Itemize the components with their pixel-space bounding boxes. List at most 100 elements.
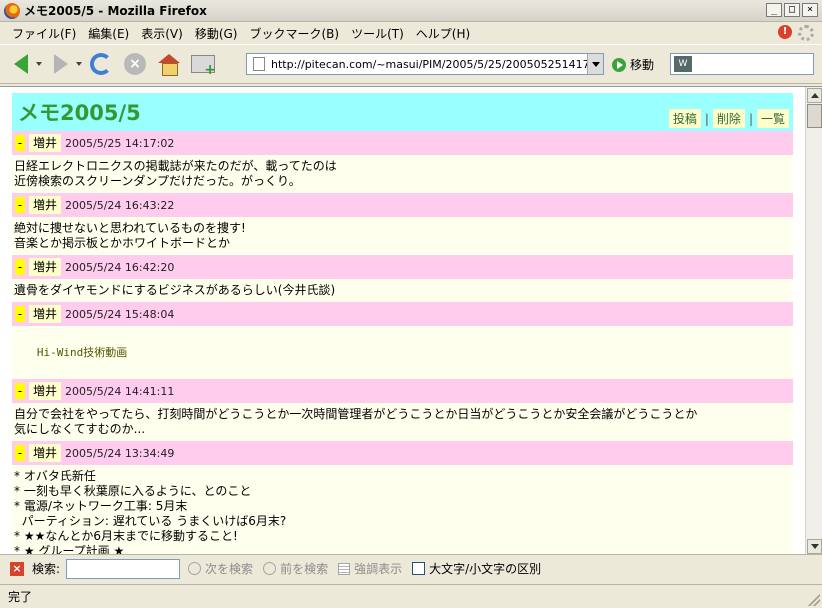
entry-header: - 増井 2005/5/24 16:42:20	[12, 255, 793, 279]
entry-author: 増井	[29, 444, 62, 462]
post-link[interactable]: 投稿	[668, 109, 701, 128]
entry-date-link[interactable]: 2005/5/25 14:17:02	[65, 137, 174, 150]
entry-body: 絶対に捜せないと思われているものを捜す! 音楽とか掲示板とかホワイトボードとか	[12, 217, 793, 255]
find-prev-icon	[263, 562, 277, 575]
navigation-toolbar: × 移動 W	[0, 44, 822, 84]
highlight-button[interactable]: 強調表示	[338, 560, 402, 577]
close-find-bar-icon[interactable]: ×	[10, 561, 24, 576]
window-controls: _ □ ×	[766, 3, 818, 17]
alert-icon[interactable]: !	[778, 25, 792, 39]
menu-bar: ファイル(F) 編集(E) 表示(V) 移動(G) ブックマーク(B) ツール(…	[0, 22, 822, 44]
find-next-label: 次を検索	[205, 562, 254, 576]
entry-body: Hi-Wind技術動画	[12, 326, 793, 379]
resize-grip-icon[interactable]	[808, 594, 820, 606]
back-button[interactable]	[6, 49, 36, 79]
go-icon	[612, 57, 626, 72]
search-box[interactable]: W	[670, 53, 814, 75]
title-bar: メモ2005/5 - Mozilla Firefox _ □ ×	[0, 0, 822, 22]
url-history-dropdown[interactable]	[587, 54, 603, 74]
find-prev-label: 前を検索	[280, 562, 329, 576]
chevron-down-icon	[591, 61, 600, 67]
page-title: メモ2005/5	[18, 101, 141, 125]
separator: |	[748, 111, 753, 126]
entry-author: 増井	[29, 196, 62, 214]
stop-button[interactable]: ×	[120, 49, 150, 79]
find-label: 検索:	[32, 562, 61, 576]
entry-author: 増井	[29, 382, 62, 400]
match-case-label: 大文字/小文字の区別	[429, 562, 542, 576]
entry-body: 遺骨をダイヤモンドにするビジネスがあるらしい(今井氏談)	[12, 279, 793, 302]
entry-author: 増井	[29, 305, 62, 323]
back-history-dropdown-icon[interactable]	[36, 62, 42, 66]
list-link[interactable]: 一覧	[756, 109, 789, 128]
find-prev-button[interactable]: 前を検索	[263, 560, 328, 577]
go-button[interactable]: 移動	[612, 56, 654, 73]
find-input[interactable]	[66, 558, 181, 579]
page-header: メモ2005/5 投稿 | 削除 | 一覧	[12, 93, 793, 131]
scroll-up-button[interactable]	[807, 88, 822, 103]
entry-toggle[interactable]: -	[15, 306, 25, 322]
firefox-icon	[4, 2, 20, 19]
menu-bookmarks[interactable]: ブックマーク(B)	[243, 25, 345, 42]
match-case-checkbox[interactable]	[412, 562, 426, 575]
page-viewport: メモ2005/5 投稿 | 削除 | 一覧 - 増井 2005/5/25 14:…	[0, 86, 822, 554]
home-icon	[158, 54, 180, 76]
url-input[interactable]	[271, 55, 589, 73]
back-arrow-icon	[14, 54, 28, 74]
entry-date-link[interactable]: 2005/5/24 15:48:04	[65, 308, 174, 321]
page-icon	[253, 57, 265, 71]
entry-toggle[interactable]: -	[15, 197, 25, 213]
menu-file[interactable]: ファイル(F)	[6, 25, 82, 42]
entry-header: - 増井 2005/5/24 15:48:04	[12, 302, 793, 326]
entry-toggle[interactable]: -	[15, 259, 25, 275]
separator: |	[704, 111, 709, 126]
reload-icon	[90, 53, 112, 75]
entry-author: 増井	[29, 258, 62, 276]
status-bar: 完了	[0, 584, 822, 608]
maximize-button[interactable]: □	[784, 3, 800, 17]
entry-date-link[interactable]: 2005/5/24 16:42:20	[65, 261, 174, 274]
scroll-down-button[interactable]	[807, 539, 822, 554]
stop-icon: ×	[124, 53, 146, 75]
status-text: 完了	[8, 590, 33, 604]
page-content: メモ2005/5 投稿 | 削除 | 一覧 - 増井 2005/5/25 14:…	[12, 93, 793, 554]
menu-view[interactable]: 表示(V)	[135, 25, 189, 42]
delete-link[interactable]: 削除	[712, 109, 745, 128]
reload-button[interactable]	[86, 49, 116, 79]
forward-history-dropdown-icon[interactable]	[76, 62, 82, 66]
find-next-icon	[188, 562, 202, 575]
forward-button[interactable]	[46, 49, 76, 79]
close-button[interactable]: ×	[802, 3, 818, 17]
menu-help[interactable]: ヘルプ(H)	[410, 25, 476, 42]
home-button[interactable]	[154, 49, 184, 79]
find-next-button[interactable]: 次を検索	[188, 560, 253, 577]
bookmark-add-icon	[191, 55, 216, 78]
vertical-scrollbar[interactable]	[805, 87, 822, 554]
menu-edit[interactable]: 編集(E)	[82, 25, 135, 42]
entry-header: - 増井 2005/5/25 14:17:02	[12, 131, 793, 155]
entry-link[interactable]: Hi-Wind技術動画	[37, 346, 127, 359]
search-engine-icon[interactable]: W	[674, 56, 692, 72]
entry-date-link[interactable]: 2005/5/24 16:43:22	[65, 199, 174, 212]
url-bar[interactable]	[246, 53, 604, 75]
throbber-icon	[798, 25, 814, 41]
highlight-icon	[338, 562, 351, 575]
menu-tools[interactable]: ツール(T)	[345, 25, 410, 42]
minimize-button[interactable]: _	[766, 3, 782, 17]
entry-toggle[interactable]: -	[15, 445, 25, 461]
scroll-thumb[interactable]	[807, 104, 822, 128]
entry-body: 日経エレクトロニクスの掲載誌が来たのだが、載ってたのは 近傍検索のスクリーンダン…	[12, 155, 793, 193]
entry-header: - 増井 2005/5/24 14:41:11	[12, 379, 793, 403]
entry-body: * オバタ氏新任 * 一刻も早く秋葉原に入るように、とのこと * 電源/ネットワ…	[12, 465, 793, 554]
menu-go[interactable]: 移動(G)	[189, 25, 244, 42]
add-bookmark-button[interactable]	[188, 49, 218, 79]
entry-body: 自分で会社をやってたら、打刻時間がどうこうとか一次時間管理者がどうこうとか日当が…	[12, 403, 793, 441]
entry-toggle[interactable]: -	[15, 383, 25, 399]
forward-arrow-icon	[54, 54, 68, 74]
entry-toggle[interactable]: -	[15, 135, 25, 151]
entry-author: 増井	[29, 134, 62, 152]
go-label: 移動	[630, 58, 655, 72]
entry-date-link[interactable]: 2005/5/24 13:34:49	[65, 447, 174, 460]
entry-header: - 増井 2005/5/24 16:43:22	[12, 193, 793, 217]
entry-date-link[interactable]: 2005/5/24 14:41:11	[65, 385, 174, 398]
